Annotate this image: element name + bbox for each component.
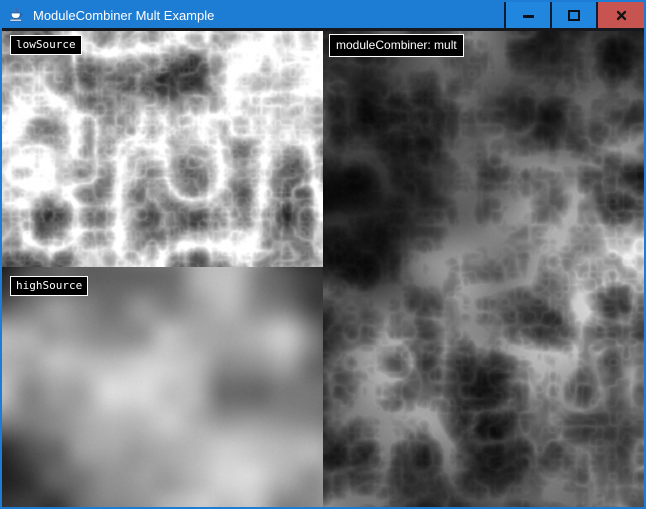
content-area: lowSource highSource moduleCombiner: mul…: [2, 31, 644, 507]
highsource-noise-canvas: [2, 267, 323, 507]
maximize-icon: [568, 10, 580, 21]
minimize-button[interactable]: [504, 2, 550, 28]
left-column: lowSource highSource: [2, 31, 323, 507]
app-window: ModuleCombiner Mult Example lowSource: [0, 0, 646, 509]
java-coffee-cup-icon[interactable]: [8, 7, 24, 23]
modulecombiner-noise-canvas: [323, 31, 644, 507]
lowsource-label: lowSource: [10, 35, 82, 55]
window-title: ModuleCombiner Mult Example: [33, 8, 214, 23]
highsource-label: highSource: [10, 276, 88, 296]
lowsource-noise-canvas: [2, 31, 323, 267]
panel-highsource: highSource: [2, 267, 323, 507]
window-controls: [504, 2, 644, 28]
close-icon: [616, 10, 627, 21]
minimize-icon: [523, 15, 534, 18]
panel-lowsource: lowSource: [2, 31, 323, 267]
close-button[interactable]: [596, 2, 644, 28]
modulecombiner-label: moduleCombiner: mult: [329, 34, 464, 57]
titlebar[interactable]: ModuleCombiner Mult Example: [2, 2, 644, 28]
panel-modulecombiner: moduleCombiner: mult: [323, 31, 644, 507]
maximize-button[interactable]: [550, 2, 596, 28]
